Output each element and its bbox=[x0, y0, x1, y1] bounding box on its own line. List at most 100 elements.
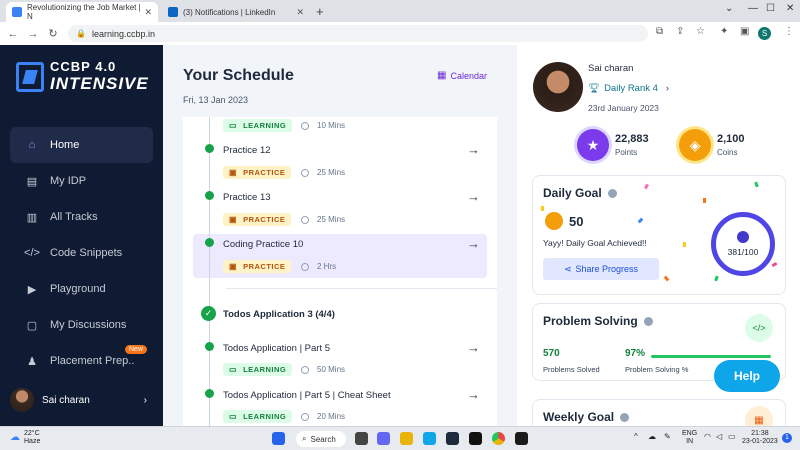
profile-date: 23rd January 2023 bbox=[588, 103, 659, 113]
schedule-date: Fri, 13 Jan 2023 bbox=[183, 95, 249, 105]
cloud-icon[interactable]: ☁ bbox=[648, 433, 656, 441]
clock[interactable]: 21:38 23-01-2023 bbox=[742, 430, 778, 446]
maximize-icon[interactable]: ☐ bbox=[766, 3, 775, 14]
open-app-icon[interactable]: ⧉ bbox=[656, 26, 663, 37]
problem-solving-percent-label: Problem Solving % bbox=[625, 365, 689, 374]
share-icon: ⋖ bbox=[563, 263, 572, 274]
sidebar-item-placement-prep[interactable]: ♟ Placement Prep.. New bbox=[10, 343, 153, 379]
confetti bbox=[714, 275, 719, 282]
page-title: Your Schedule bbox=[183, 67, 294, 84]
profile-avatar-image bbox=[533, 62, 583, 112]
confetti bbox=[683, 242, 686, 247]
book-icon: ▭ bbox=[229, 365, 238, 374]
reload-icon[interactable]: ↻ bbox=[46, 27, 60, 40]
new-tab-icon[interactable]: + bbox=[316, 4, 324, 19]
profile-name: Sai charan bbox=[588, 63, 634, 74]
browser-tab-linkedin[interactable]: (3) Notifications | LinkedIn ✕ bbox=[162, 2, 310, 22]
problems-solved-label: Problems Solved bbox=[543, 365, 600, 374]
windows-start-icon[interactable] bbox=[272, 432, 285, 445]
goal-value: 50 bbox=[545, 212, 583, 230]
sidebar-item-code-snippets[interactable]: </> Code Snippets bbox=[10, 235, 153, 271]
tag-label: PRACTICE bbox=[243, 262, 286, 271]
teams-chat-icon[interactable] bbox=[377, 432, 390, 445]
forward-icon[interactable]: → bbox=[26, 28, 40, 40]
arrow-right-icon[interactable]: → bbox=[467, 142, 480, 157]
language-indicator[interactable]: ENG IN bbox=[682, 430, 697, 446]
schedule-list[interactable]: ▭ LEARNING 10 Mins Practice 12 → ▣ PRACT… bbox=[183, 117, 497, 426]
browser-tab-active[interactable]: Revolutionizing the Job Market | N ✕ bbox=[6, 2, 158, 22]
store-icon[interactable] bbox=[446, 432, 459, 445]
weather-widget[interactable]: ☁ 22°C Haze bbox=[10, 430, 40, 446]
share-label: Share Progress bbox=[575, 264, 639, 274]
task-view-icon[interactable] bbox=[355, 432, 368, 445]
clock-icon bbox=[301, 121, 309, 130]
list-item-title[interactable]: Practice 13 bbox=[223, 192, 271, 203]
battery-icon[interactable]: ▭ bbox=[728, 433, 736, 441]
help-button[interactable]: Help bbox=[714, 360, 780, 392]
check-icon bbox=[205, 342, 214, 351]
sidebar-item-home[interactable]: ⌂ Home bbox=[10, 127, 153, 163]
menu-kebab-icon[interactable]: ⋮ bbox=[784, 26, 794, 37]
coins-icon: ◈ bbox=[679, 129, 711, 161]
dell-icon[interactable] bbox=[469, 432, 482, 445]
extensions-icon[interactable]: ✦ bbox=[720, 26, 728, 37]
sidebar-item-label: Playground bbox=[50, 283, 106, 295]
list-item-title[interactable]: Todos Application | Part 5 | Cheat Sheet bbox=[223, 390, 391, 401]
learning-tag: ▭ LEARNING bbox=[223, 363, 293, 376]
bookmark-star-icon[interactable]: ☆ bbox=[696, 26, 705, 37]
back-icon[interactable]: ← bbox=[6, 28, 20, 40]
arrow-right-icon[interactable]: → bbox=[467, 189, 480, 204]
edge-icon[interactable] bbox=[423, 432, 436, 445]
arrow-right-icon[interactable]: → bbox=[467, 340, 480, 355]
duration-text: 20 Mins bbox=[317, 412, 346, 421]
list-item-title[interactable]: Practice 12 bbox=[223, 145, 271, 156]
close-tab-icon[interactable]: ✕ bbox=[144, 7, 152, 18]
list-item-title[interactable]: Todos Application | Part 5 bbox=[223, 343, 330, 354]
notification-badge[interactable]: 1 bbox=[782, 433, 792, 443]
sidebar-item-my-discussions[interactable]: ▢ My Discussions bbox=[10, 307, 153, 343]
taskbar-search[interactable]: ⌕ Search bbox=[296, 431, 346, 447]
file-explorer-icon[interactable] bbox=[400, 432, 413, 445]
daily-rank-link[interactable]: 🏆︎ Daily Rank 4 › bbox=[588, 83, 669, 94]
info-icon[interactable] bbox=[607, 188, 617, 198]
chevron-down-icon[interactable]: ⌄ bbox=[725, 3, 733, 14]
arrow-right-icon[interactable]: → bbox=[467, 387, 480, 402]
rank-label: Daily Rank 4 bbox=[604, 83, 658, 94]
pen-icon[interactable]: ✎ bbox=[664, 433, 671, 441]
share-progress-button[interactable]: ⋖ Share Progress bbox=[543, 258, 659, 280]
close-window-icon[interactable]: ✕ bbox=[786, 3, 794, 14]
close-tab-icon[interactable]: ✕ bbox=[296, 7, 304, 18]
confetti bbox=[663, 275, 670, 282]
time-text: 21:38 bbox=[751, 430, 769, 437]
logo-line1: CCBP 4.0 bbox=[50, 59, 117, 74]
code-icon: </> bbox=[24, 247, 40, 259]
wifi-icon[interactable]: ◠ bbox=[704, 433, 711, 441]
list-item-title[interactable]: Coding Practice 10 bbox=[223, 239, 303, 250]
daily-goal-title: Daily Goal bbox=[543, 186, 617, 200]
url-field[interactable]: 🔒 learning.ccbp.in bbox=[68, 25, 648, 42]
sidepanel-icon[interactable]: ▣ bbox=[740, 26, 749, 37]
sidebar-item-my-idp[interactable]: ▤ My IDP bbox=[10, 163, 153, 199]
sidebar-user[interactable]: Sai charan › bbox=[10, 388, 153, 412]
sidebar-item-playground[interactable]: ▶ Playground bbox=[10, 271, 153, 307]
share-icon[interactable]: ⇪ bbox=[676, 26, 684, 37]
daily-goal-card: Daily Goal 50 Yayy! Daily Goal Achieved!… bbox=[532, 175, 786, 295]
section-title[interactable]: Todos Application 3 (4/4) bbox=[223, 309, 335, 320]
chevron-up-icon[interactable]: ^ bbox=[634, 433, 638, 441]
app-icon[interactable] bbox=[515, 432, 528, 445]
info-icon[interactable] bbox=[643, 316, 653, 326]
info-icon[interactable] bbox=[620, 412, 630, 422]
calendar-link[interactable]: ▦ Calendar bbox=[437, 70, 487, 81]
section-check-icon: ✓ bbox=[201, 306, 216, 321]
arrow-right-icon[interactable]: → bbox=[467, 236, 480, 251]
practice-tag: ▣ PRACTICE bbox=[223, 213, 292, 226]
minimize-icon[interactable]: — bbox=[748, 3, 758, 14]
profile-avatar[interactable]: S bbox=[758, 27, 771, 40]
clock-icon bbox=[301, 168, 309, 177]
volume-icon[interactable]: ◁ bbox=[716, 433, 722, 441]
chrome-icon[interactable] bbox=[492, 432, 505, 445]
sidebar-item-all-tracks[interactable]: ▥ All Tracks bbox=[10, 199, 153, 235]
coins-stat: ◈ 2,100 Coins bbox=[679, 129, 745, 161]
tag-label: LEARNING bbox=[243, 412, 287, 421]
ccbp-logo[interactable]: CCBP 4.0 INTENSIVE bbox=[16, 59, 149, 94]
